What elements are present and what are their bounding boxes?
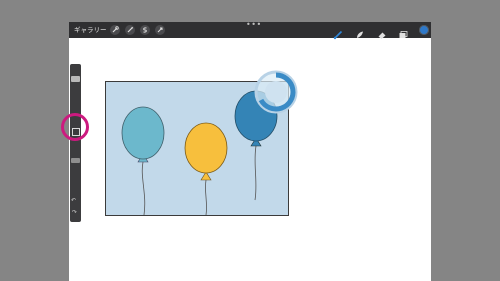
magic-wand-icon[interactable] bbox=[125, 25, 135, 35]
brush-icon[interactable] bbox=[333, 25, 343, 40]
selection-s-icon[interactable] bbox=[140, 25, 150, 35]
undo-button[interactable]: ↶ bbox=[71, 197, 76, 204]
more-options-icon[interactable]: ••• bbox=[246, 22, 262, 29]
left-sidebar: ↶ ↷ bbox=[70, 64, 81, 222]
redo-button[interactable]: ↷ bbox=[72, 209, 77, 216]
color-picker-swatch[interactable] bbox=[419, 25, 429, 35]
teal-balloon bbox=[121, 106, 165, 216]
modify-button-highlight bbox=[61, 113, 89, 141]
wrench-icon[interactable] bbox=[110, 25, 120, 35]
layers-icon[interactable] bbox=[398, 25, 408, 38]
transform-arrow-icon[interactable] bbox=[155, 25, 165, 35]
brush-size-slider[interactable] bbox=[71, 76, 80, 82]
opacity-slider[interactable] bbox=[71, 158, 80, 163]
quickshape-progress-ring bbox=[253, 69, 299, 115]
yellow-balloon bbox=[184, 122, 228, 216]
top-toolbar: ギャラリー ••• bbox=[69, 22, 431, 40]
smudge-icon[interactable] bbox=[355, 25, 365, 38]
eraser-icon[interactable] bbox=[377, 25, 387, 39]
gallery-button[interactable]: ギャラリー bbox=[74, 24, 107, 36]
